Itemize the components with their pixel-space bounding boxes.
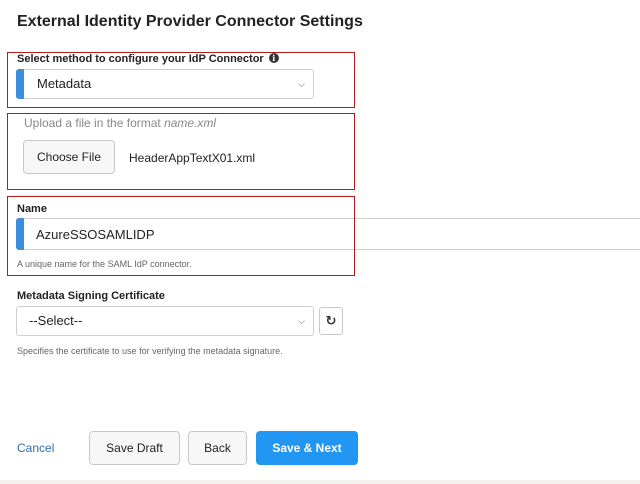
cancel-link[interactable]: Cancel xyxy=(17,441,54,455)
save-next-button[interactable]: Save & Next xyxy=(256,431,358,465)
certificate-select[interactable]: --Select-- ⌵ xyxy=(16,306,314,336)
save-draft-button[interactable]: Save Draft xyxy=(89,431,180,465)
chevron-down-icon: ⌵ xyxy=(298,316,305,326)
page-title: External Identity Provider Connector Set… xyxy=(17,13,363,30)
certificate-help: Specifies the certificate to use for ver… xyxy=(17,346,283,356)
highlight-box-upload xyxy=(7,113,355,190)
settings-panel: External Identity Provider Connector Set… xyxy=(0,0,640,480)
highlight-box-name xyxy=(7,196,355,276)
certificate-label: Metadata Signing Certificate xyxy=(17,290,165,302)
certificate-select-value: --Select-- xyxy=(29,313,83,328)
back-button[interactable]: Back xyxy=(188,431,247,465)
highlight-box-method xyxy=(7,52,355,108)
refresh-icon[interactable]: ↻ xyxy=(319,307,343,335)
